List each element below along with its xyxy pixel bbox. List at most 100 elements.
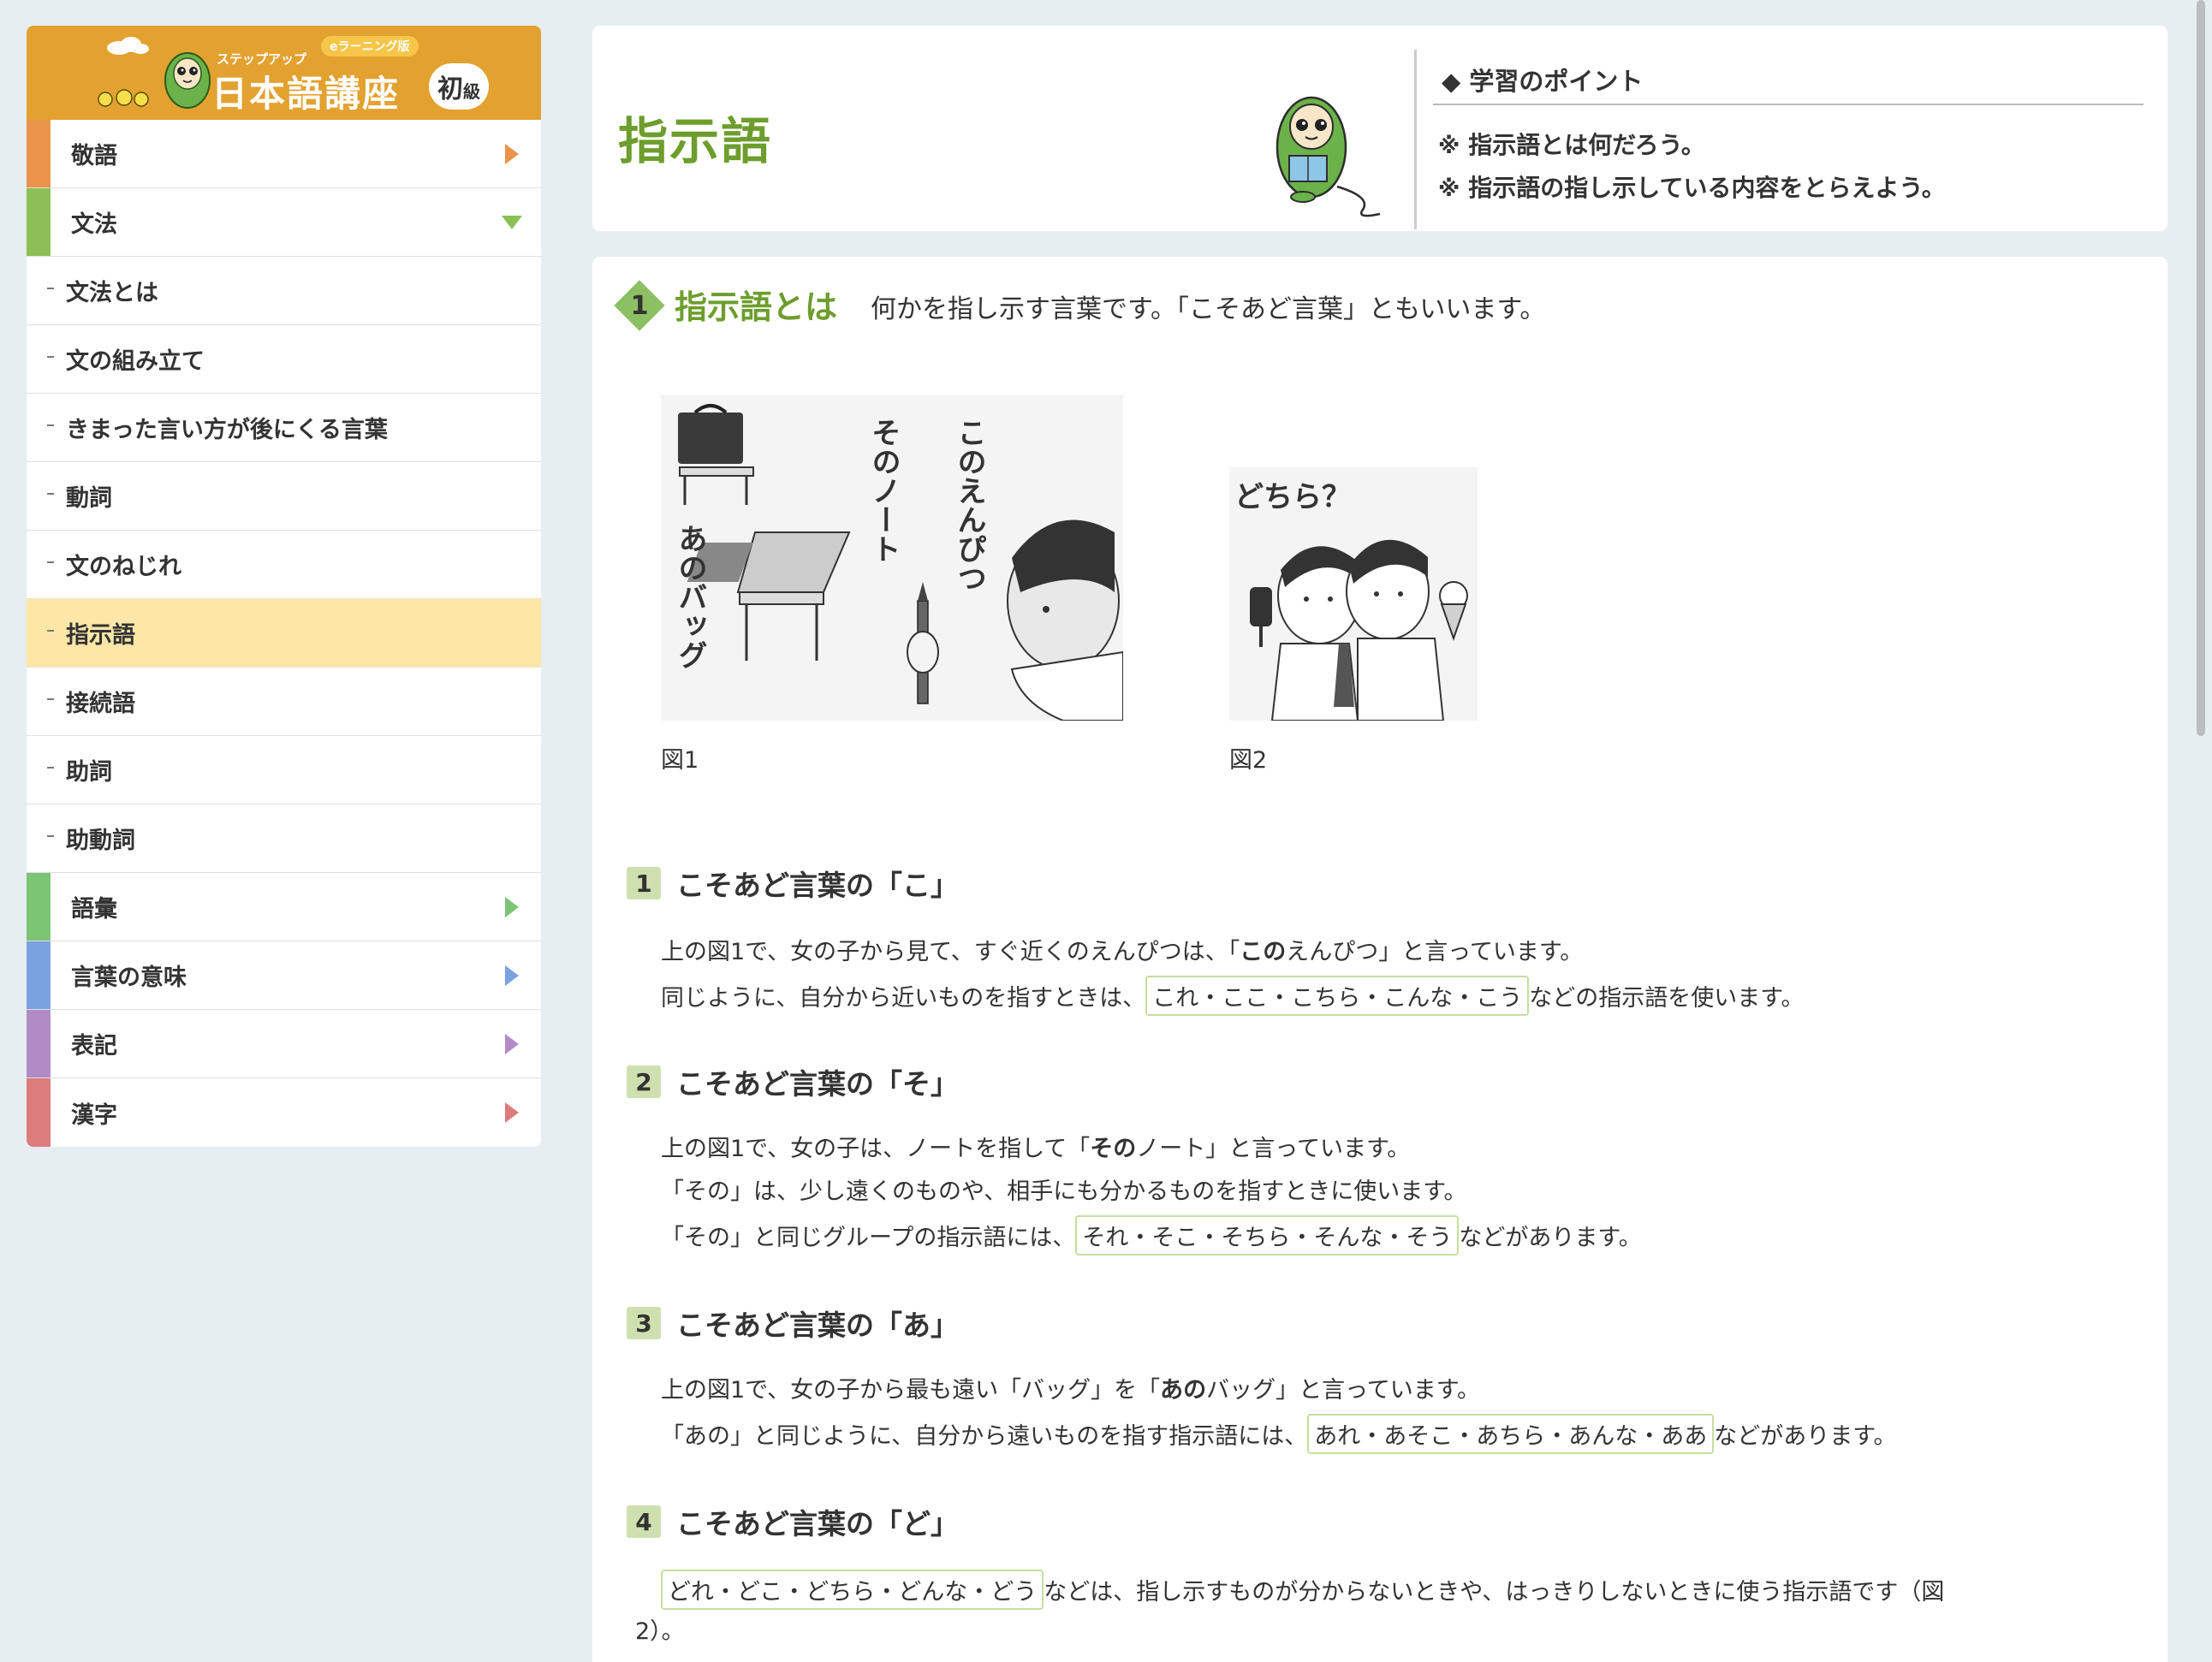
sidebar-item-label: 表記	[71, 1033, 117, 1060]
paragraph-line: どれ・どこ・どちら・どんな・どう などは、指し示すものが分からないときや、はっきり…	[661, 1570, 1944, 1610]
sidebar-item-label: 助詞	[66, 759, 112, 786]
category-color-bar	[27, 1078, 51, 1147]
sidebar-item[interactable]: 指示語	[27, 599, 541, 668]
chevron-down-icon	[502, 216, 522, 229]
sidebar-item[interactable]: 文のねじれ	[27, 531, 541, 599]
chevron-right-icon	[505, 965, 519, 986]
highlighted-term: どれ・どこ・どちら・どんな・どう	[661, 1570, 1044, 1610]
highlighted-term: それ・そこ・そちら・そんな・そう	[1075, 1215, 1460, 1255]
page-title: 指示語	[618, 112, 773, 170]
bullet-dash	[47, 356, 54, 358]
sidebar-item[interactable]: 助詞	[27, 736, 541, 804]
bullet-dash	[47, 767, 54, 769]
bullet-dash	[47, 424, 54, 426]
sidebar-item-label: 助動詞	[66, 828, 135, 854]
chevron-right-icon	[505, 1102, 519, 1123]
header-card: 指示語 ◆ 学習のポイント ※ 指示語とは何だろう。 ※ 指示語の指し示している内容…	[592, 26, 2167, 231]
text: バッグ」と言っています。	[1206, 1377, 1481, 1404]
subsection-heading: 3 こそあど言葉の「あ」	[627, 1303, 959, 1344]
text: 同じように、自分から近いものを指すときは、	[661, 985, 1146, 1012]
logo-title: 日本語講座	[211, 73, 401, 115]
svg-text:1: 1	[631, 291, 649, 321]
sidebar-category[interactable]: 漢字	[27, 1078, 541, 1147]
sidebar-category[interactable]: 表記	[27, 1010, 541, 1078]
chevron-right-icon	[505, 144, 519, 164]
sidebar-item-label: 文法	[71, 211, 117, 238]
content-card: 1 指示語とは 何かを指し示す言葉です。「こそあど言葉」ともいいます。 このえん…	[592, 257, 2167, 1662]
paragraph-line: 「その」は、少し遠くのものや、相手にも分かるものを指すときに使います。	[661, 1172, 1467, 1206]
figure2-illustration: どちら？	[1229, 467, 1478, 721]
sidebar-item[interactable]: 接続語	[27, 668, 541, 736]
text: 上の図1で、女の子から見て、すぐ近くのえんぴつは、「	[661, 939, 1240, 965]
learning-points-rule	[1433, 104, 2144, 105]
figure1-caption: 図1	[661, 747, 699, 774]
header-divider	[1414, 50, 1417, 229]
level-small: 級	[463, 80, 480, 102]
mascot-reading-icon	[1275, 96, 1381, 217]
birds-icon	[98, 89, 149, 107]
subsection-number: 3	[627, 1307, 661, 1339]
sidebar-item[interactable]: 文法とは	[27, 257, 541, 325]
figure2-caption: 図2	[1229, 747, 1268, 774]
subsection-heading: 2 こそあど言葉の「そ」	[627, 1061, 959, 1102]
sidebar-category[interactable]: 文法	[27, 188, 541, 257]
text: 「その」は、少し遠くのものや、相手にも分かるものを指すときに使います。	[661, 1178, 1467, 1205]
sidebar-item-label: 動詞	[66, 485, 112, 512]
sidebar-category[interactable]: 敬語	[27, 120, 541, 188]
subsection-heading: 1 こそあど言葉の「こ」	[627, 863, 959, 904]
subsection-number: 4	[627, 1505, 661, 1538]
highlighted-term: これ・ここ・こちら・こんな・こう	[1145, 976, 1530, 1016]
text: 「あの」と同じように、自分から遠いものを指す指示語には、	[661, 1423, 1308, 1450]
sidebar-item-label: 文のねじれ	[66, 554, 181, 580]
text: などがあります。	[1714, 1423, 1897, 1450]
text: えんぴつ」と言っています。	[1286, 939, 1584, 965]
sidebar-category[interactable]: 語彙	[27, 873, 541, 941]
sidebar-nav: 敬語文法文法とは文の組み立てきまった言い方が後にくる言葉 動詞文のねじれ指示語接続…	[27, 120, 541, 1147]
emphasis-text: この	[1240, 939, 1287, 965]
level-big: 初	[437, 74, 463, 104]
paragraph-line: 上の図1で、女の子から最も遠い「バッグ」を「あのバッグ」と言っています。	[661, 1371, 1480, 1404]
sidebar-item-label: きまった言い方が後にくる言葉	[66, 417, 388, 443]
paragraph-line: 同じように、自分から近いものを指すときは、 これ・ここ・こちら・こんな・こう などの…	[661, 976, 1805, 1016]
category-color-bar	[27, 1010, 51, 1077]
bullet-dash	[47, 493, 54, 495]
subsection-number: 2	[627, 1065, 661, 1098]
sidebar-item[interactable]: 助動詞	[27, 804, 541, 873]
sidebar-item[interactable]: 動詞	[27, 462, 541, 531]
subsection-title: こそあど言葉の「こ」	[676, 869, 959, 902]
sidebar-category[interactable]: 言葉の意味	[27, 941, 541, 1010]
paragraph-line: 上の図1で、女の子から見て、すぐ近くのえんぴつは、「このえんぴつ」と言っています…	[661, 933, 1583, 966]
point-mark: ※	[1438, 176, 1460, 202]
category-color-bar	[27, 873, 51, 941]
svg-text:このえんぴつ: このえんぴつ	[952, 418, 986, 592]
figure1-illustration: このえんぴつ そのノート あのバッグ	[661, 395, 1123, 721]
subsection-heading: 4 こそあど言葉の「ど」	[627, 1501, 959, 1542]
sidebar-item-label: 指示語	[66, 622, 135, 649]
category-color-bar	[27, 941, 51, 1009]
svg-text:あのバッグ: あのバッグ	[673, 524, 707, 669]
sidebar-item-label: 文法とは	[66, 280, 158, 306]
sidebar-item[interactable]: 文の組み立て	[27, 325, 541, 394]
chevron-right-icon	[505, 1034, 519, 1054]
sidebar-item-label: 接続語	[66, 691, 135, 717]
subsection-title: こそあど言葉の「あ」	[676, 1309, 959, 1342]
sidebar-item-label: 文の組み立て	[66, 348, 205, 375]
text: 2）。	[635, 1618, 685, 1645]
learning-point: ※ 指示語とは何だろう。	[1438, 127, 1705, 161]
text: などの指示語を使います。	[1529, 985, 1805, 1012]
scrollbar[interactable]	[2195, 0, 2207, 736]
svg-text:どちら？: どちら？	[1234, 480, 1351, 514]
chevron-right-icon	[505, 897, 519, 917]
paragraph-line: 「その」と同じグループの指示語には、 それ・そこ・そちら・そんな・そう などがありま…	[661, 1215, 1642, 1255]
level-badge: 初 級	[429, 63, 489, 110]
bullet-dash	[47, 288, 54, 289]
text: 上の図1で、女の子は、ノートを指して「	[661, 1136, 1091, 1162]
site-logo[interactable]: ステップアップ eラーニング版 日本語講座 初 級	[27, 26, 541, 120]
sidebar-item[interactable]: きまった言い方が後にくる言葉	[27, 394, 541, 462]
section-number-badge: 1	[614, 280, 665, 331]
svg-text:そのノート: そのノート	[866, 418, 901, 563]
category-color-bar	[27, 120, 51, 187]
text: などがあります。	[1459, 1225, 1642, 1251]
cloud-icon	[107, 37, 149, 55]
scrollbar-thumb[interactable]	[2197, 0, 2205, 736]
